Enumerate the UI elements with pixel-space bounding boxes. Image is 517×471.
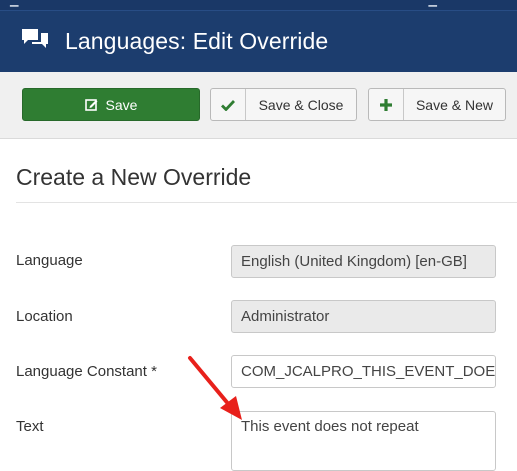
save-close-label: Save & Close xyxy=(258,96,344,113)
language-constant-label: Language Constant * xyxy=(16,363,157,380)
section-divider xyxy=(16,202,517,203)
save-new-icon-box xyxy=(369,89,404,120)
check-icon xyxy=(221,99,235,111)
comments-icon xyxy=(22,29,48,48)
language-constant-input[interactable]: COM_JCALPRO_THIS_EVENT_DOES_NOT_REPEAT xyxy=(231,355,496,388)
toolbar: Save Save & Close Save & New xyxy=(0,72,517,139)
section-title: Create a New Override xyxy=(16,164,252,190)
location-label: Location xyxy=(16,308,73,325)
top-strip: ▁ ▁ xyxy=(0,0,517,10)
top-strip-fragment-right: ▁ xyxy=(428,0,437,7)
text-label: Text xyxy=(16,418,44,435)
save-new-label: Save & New xyxy=(415,96,494,113)
language-label: Language xyxy=(16,252,83,269)
page-title: Languages: Edit Override xyxy=(65,28,329,54)
location-field: Administrator xyxy=(231,300,496,333)
text-textarea[interactable]: This event does not repeat xyxy=(231,411,496,471)
annotation-arrow-icon xyxy=(188,356,242,420)
top-strip-fragment-left: ▁ xyxy=(10,0,19,7)
plus-icon xyxy=(380,98,392,111)
edit-icon xyxy=(84,99,98,111)
language-field: English (United Kingdom) [en-GB] xyxy=(231,245,496,278)
save-new-button[interactable]: Save & New xyxy=(368,88,506,121)
save-close-button[interactable]: Save & Close xyxy=(210,88,357,121)
save-button[interactable]: Save xyxy=(22,88,200,121)
save-close-icon-box xyxy=(211,89,246,120)
page-header: Languages: Edit Override xyxy=(0,10,517,73)
save-button-label: Save xyxy=(105,96,138,113)
